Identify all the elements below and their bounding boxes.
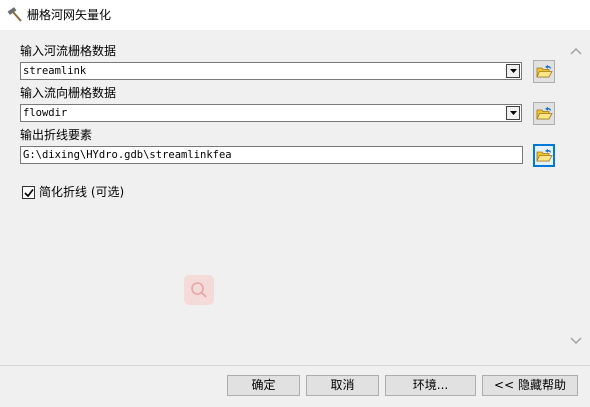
hide-help-button[interactable]: << 隐藏帮助	[482, 375, 578, 396]
scroll-up-icon[interactable]	[568, 44, 584, 60]
simplify-checkbox[interactable]	[22, 186, 35, 199]
vertical-scrollbar[interactable]	[563, 38, 590, 365]
chevron-down-icon	[510, 69, 517, 73]
open-folder-icon	[536, 148, 553, 162]
open-folder-icon	[536, 106, 553, 120]
environments-button[interactable]: 环境...	[385, 375, 476, 396]
stream-raster-label: 输入河流栅格数据	[20, 44, 117, 58]
search-watermark-icon	[184, 275, 214, 305]
flowdir-raster-value: flowdir	[23, 107, 68, 119]
stream-raster-browse-button[interactable]	[533, 60, 555, 83]
chevron-down-icon	[510, 111, 517, 115]
output-features-value: G:\dixing\HYdro.gdb\streamlinkfea	[23, 149, 232, 161]
scroll-down-icon[interactable]	[568, 332, 584, 348]
flowdir-raster-combo[interactable]: flowdir	[20, 104, 522, 122]
title-bar: 栅格河网矢量化	[0, 0, 590, 30]
flowdir-raster-label: 输入流向栅格数据	[20, 86, 117, 100]
simplify-label[interactable]: 简化折线 (可选)	[39, 185, 124, 199]
output-features-input[interactable]: G:\dixing\HYdro.gdb\streamlinkfea	[20, 146, 523, 164]
hammer-icon	[6, 6, 24, 24]
ok-button[interactable]: 确定	[227, 375, 300, 396]
checkmark-icon	[24, 189, 34, 198]
button-bar: 确定 取消 环境... << 隐藏帮助	[0, 365, 590, 407]
flowdir-raster-browse-button[interactable]	[533, 102, 555, 125]
window-title: 栅格河网矢量化	[27, 8, 112, 22]
cancel-button[interactable]: 取消	[306, 375, 379, 396]
output-features-label: 输出折线要素	[20, 128, 93, 142]
flowdir-raster-dropdown-button[interactable]	[506, 106, 520, 120]
stream-raster-dropdown-button[interactable]	[506, 64, 520, 78]
stream-raster-combo[interactable]: streamlink	[20, 62, 522, 80]
dialog-client: 输入河流栅格数据 streamlink 输入流向栅格数据 flowdir 输出折…	[0, 30, 590, 407]
output-features-browse-button[interactable]	[533, 144, 555, 167]
open-folder-icon	[536, 64, 553, 78]
stream-raster-value: streamlink	[23, 65, 87, 77]
parameter-panel: 输入河流栅格数据 streamlink 输入流向栅格数据 flowdir 输出折…	[0, 38, 563, 365]
